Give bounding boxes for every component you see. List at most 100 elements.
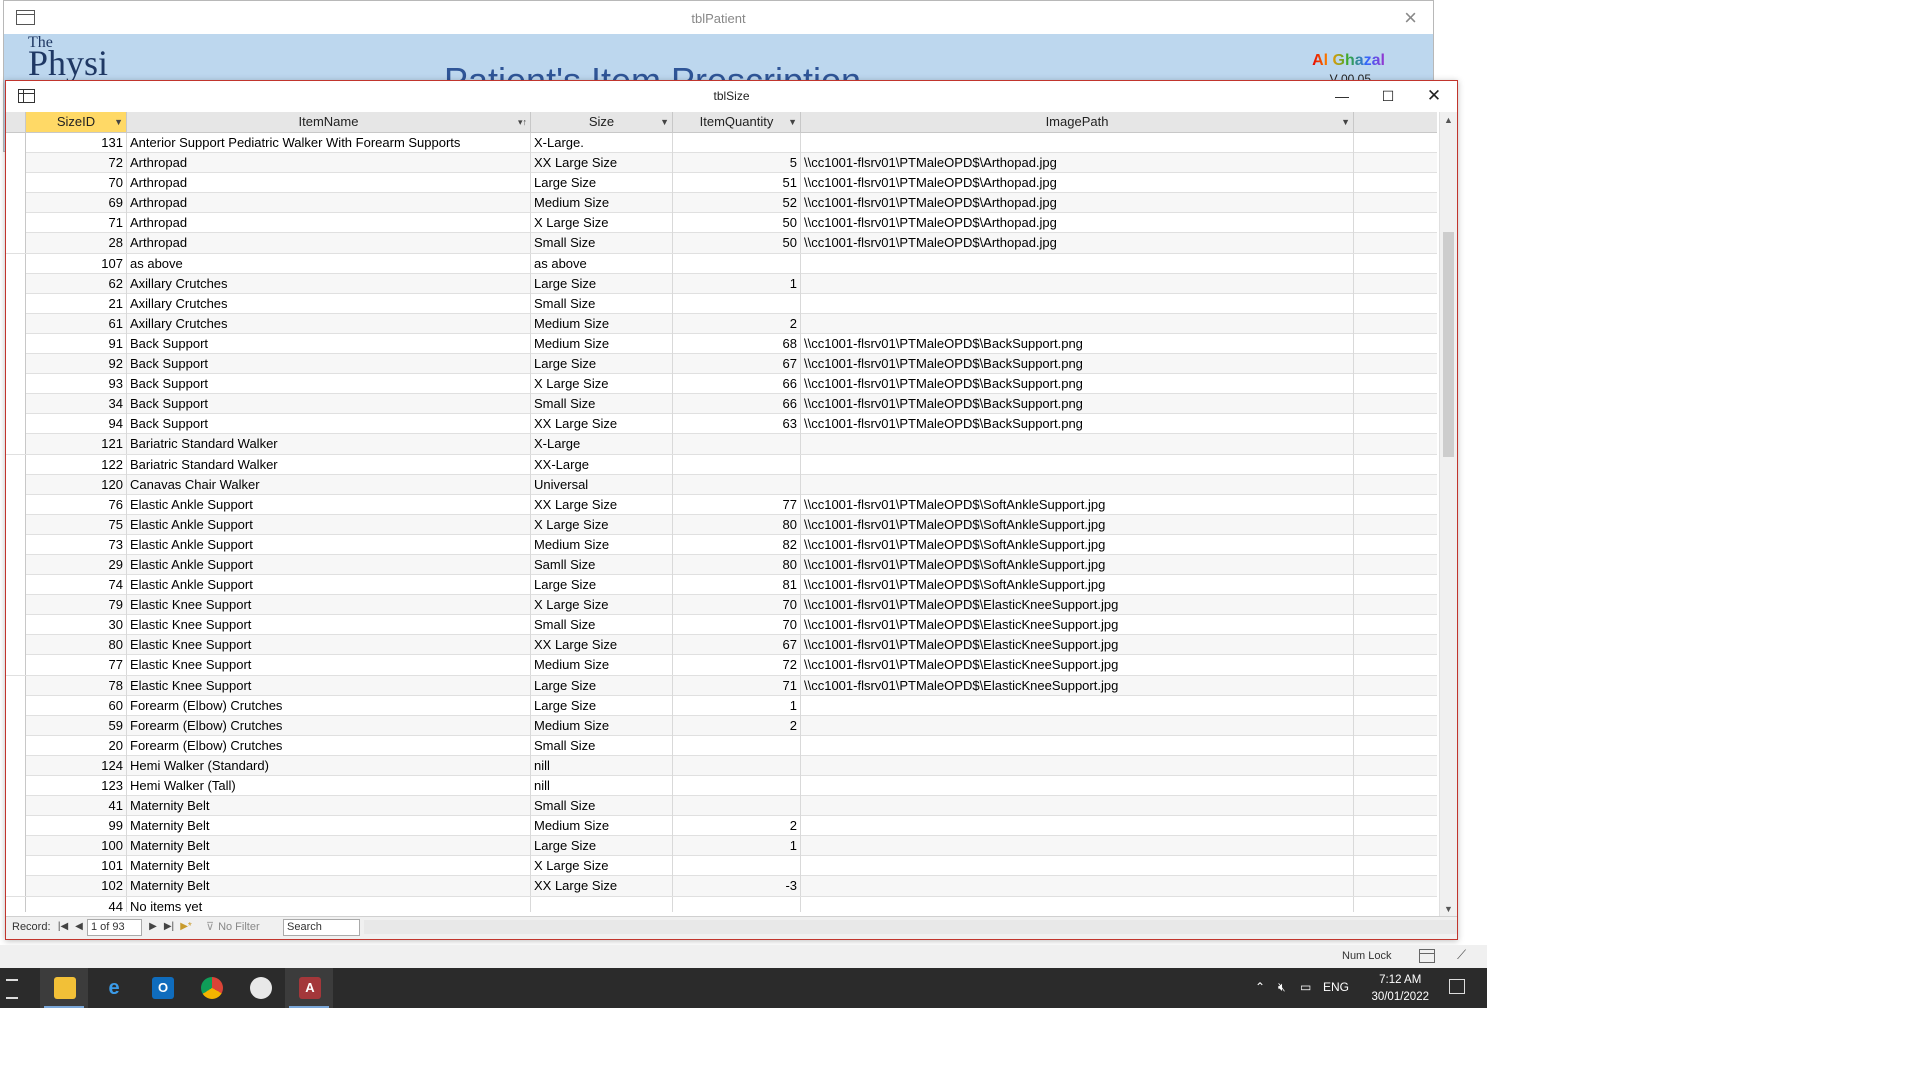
cell-itemname[interactable]: Elastic Ankle Support — [127, 514, 531, 535]
taskbar-internet-explorer[interactable]: e — [89, 968, 137, 1008]
record-selector[interactable] — [6, 233, 26, 254]
table-row[interactable]: 124 Hemi Walker (Standard) nill — [6, 755, 1437, 776]
table-row[interactable]: 62 Axillary Crutches Large Size 1 — [6, 273, 1437, 294]
cell-size[interactable]: X Large Size — [531, 374, 673, 395]
cell-sizeid[interactable]: 100 — [26, 836, 127, 857]
cell-itemname[interactable]: Elastic Ankle Support — [127, 575, 531, 596]
column-header-imagepath[interactable]: ImagePath ▼ — [801, 112, 1354, 132]
record-selector[interactable] — [6, 776, 26, 796]
record-selector[interactable] — [6, 133, 26, 153]
cell-itemquantity[interactable]: 50 — [673, 213, 801, 234]
record-selector[interactable] — [6, 735, 26, 756]
cell-size[interactable]: X-Large — [531, 434, 673, 455]
dropdown-arrow-icon[interactable]: ▼ — [788, 112, 797, 132]
first-record-icon[interactable]: |◀ — [56, 920, 70, 934]
cell-size[interactable]: Small Size — [531, 615, 673, 636]
cell-sizeid[interactable]: 131 — [26, 133, 127, 153]
table-row[interactable]: 92 Back Support Large Size 67 \\cc1001-flsrv… — [6, 354, 1437, 375]
cell-imagepath[interactable]: \\cc1001-flsrv01\PTMaleOPD$\BackSupport.… — [801, 354, 1354, 375]
cell-itemquantity[interactable]: 1 — [673, 695, 801, 716]
horizontal-scrollbar[interactable] — [364, 920, 1457, 934]
cell-itemquantity[interactable]: 68 — [673, 333, 801, 354]
record-selector[interactable] — [6, 534, 26, 555]
cell-itemname[interactable]: Arthropad — [127, 213, 531, 234]
cell-itemname[interactable]: Back Support — [127, 333, 531, 354]
cell-size[interactable]: XX Large Size — [531, 414, 673, 435]
sort-ascending-icon[interactable]: ▾↑ — [518, 112, 527, 132]
scroll-down-arrow-icon[interactable]: ▼ — [1440, 901, 1457, 917]
cell-imagepath[interactable]: \\cc1001-flsrv01\PTMaleOPD$\Arthopad.jpg — [801, 153, 1354, 174]
cell-itemquantity[interactable] — [673, 253, 801, 274]
cell-sizeid[interactable]: 72 — [26, 153, 127, 174]
cell-itemquantity[interactable]: 67 — [673, 354, 801, 375]
taskbar-access[interactable]: A — [285, 968, 333, 1008]
cell-itemname[interactable]: Elastic Ankle Support — [127, 494, 531, 515]
cell-itemquantity[interactable] — [673, 474, 801, 495]
cell-itemquantity[interactable] — [673, 133, 801, 153]
cell-imagepath[interactable] — [801, 856, 1354, 877]
table-row[interactable]: 122 Bariatric Standard Walker XX-Large — [6, 454, 1437, 475]
cell-size[interactable]: Samll Size — [531, 554, 673, 575]
record-selector[interactable] — [6, 836, 26, 857]
cell-itemname[interactable]: Forearm (Elbow) Crutches — [127, 695, 531, 716]
cell-sizeid[interactable]: 121 — [26, 434, 127, 455]
record-selector[interactable] — [6, 856, 26, 877]
cell-size[interactable]: X Large Size — [531, 514, 673, 535]
cell-itemname[interactable]: Axillary Crutches — [127, 293, 531, 314]
table-row[interactable]: 102 Maternity Belt XX Large Size -3 — [6, 876, 1437, 897]
record-selector[interactable] — [6, 514, 26, 535]
taskbar-file-explorer[interactable] — [40, 968, 88, 1008]
cell-sizeid[interactable]: 78 — [26, 675, 127, 696]
cell-size[interactable]: Medium Size — [531, 655, 673, 676]
cell-itemquantity[interactable]: 80 — [673, 514, 801, 535]
cell-imagepath[interactable]: \\cc1001-flsrv01\PTMaleOPD$\ElasticKneeS… — [801, 635, 1354, 656]
cell-imagepath[interactable] — [801, 313, 1354, 334]
datasheet-grid[interactable]: SizeID ▼ ItemName ▾↑ Size ▼ ItemQuantity ▼ I… — [6, 112, 1437, 912]
cell-size[interactable]: XX Large Size — [531, 876, 673, 897]
cell-itemquantity[interactable]: 63 — [673, 414, 801, 435]
cell-itemquantity[interactable] — [673, 776, 801, 796]
cell-itemquantity[interactable] — [673, 755, 801, 776]
table-row[interactable]: 20 Forearm (Elbow) Crutches Small Size — [6, 735, 1437, 756]
cell-itemquantity[interactable]: 2 — [673, 313, 801, 334]
cell-sizeid[interactable]: 61 — [26, 313, 127, 334]
record-selector[interactable] — [6, 796, 26, 817]
cell-size[interactable]: Medium Size — [531, 193, 673, 214]
cell-imagepath[interactable] — [801, 755, 1354, 776]
cell-imagepath[interactable]: \\cc1001-flsrv01\PTMaleOPD$\ElasticKneeS… — [801, 655, 1354, 676]
cell-imagepath[interactable]: \\cc1001-flsrv01\PTMaleOPD$\SoftAnkleSup… — [801, 514, 1354, 535]
cell-sizeid[interactable]: 30 — [26, 615, 127, 636]
cell-size[interactable]: XX Large Size — [531, 153, 673, 174]
cell-imagepath[interactable] — [801, 816, 1354, 837]
cell-sizeid[interactable]: 107 — [26, 253, 127, 274]
cell-itemname[interactable]: Back Support — [127, 354, 531, 375]
record-selector[interactable] — [6, 615, 26, 636]
cell-sizeid[interactable]: 71 — [26, 213, 127, 234]
tblsize-titlebar[interactable]: tblSize — ☐ ✕ — [6, 81, 1457, 112]
cell-size[interactable]: XX-Large — [531, 454, 673, 475]
cell-itemquantity[interactable]: 52 — [673, 193, 801, 214]
cell-size[interactable]: X Large Size — [531, 595, 673, 616]
cell-size[interactable]: Small Size — [531, 233, 673, 254]
cell-sizeid[interactable]: 92 — [26, 354, 127, 375]
cell-sizeid[interactable]: 73 — [26, 534, 127, 555]
cell-sizeid[interactable]: 124 — [26, 755, 127, 776]
table-row[interactable]: 107 as above as above — [6, 253, 1437, 274]
cell-itemname[interactable]: Elastic Knee Support — [127, 655, 531, 676]
cell-imagepath[interactable]: \\cc1001-flsrv01\PTMaleOPD$\ElasticKneeS… — [801, 595, 1354, 616]
cell-sizeid[interactable]: 122 — [26, 454, 127, 475]
record-selector[interactable] — [6, 575, 26, 596]
cell-itemquantity[interactable] — [673, 293, 801, 314]
table-row[interactable]: 59 Forearm (Elbow) Crutches Medium Size 2 — [6, 715, 1437, 736]
cell-itemname[interactable]: Bariatric Standard Walker — [127, 434, 531, 455]
cell-sizeid[interactable]: 20 — [26, 735, 127, 756]
notification-icon[interactable] — [1449, 979, 1465, 994]
cell-sizeid[interactable]: 120 — [26, 474, 127, 495]
record-selector[interactable] — [6, 213, 26, 234]
cell-itemquantity[interactable]: 72 — [673, 655, 801, 676]
cell-size[interactable]: Small Size — [531, 796, 673, 817]
dropdown-arrow-icon[interactable]: ▼ — [114, 112, 123, 132]
record-selector[interactable] — [6, 333, 26, 354]
cell-size[interactable]: Medium Size — [531, 715, 673, 736]
cell-sizeid[interactable]: 74 — [26, 575, 127, 596]
